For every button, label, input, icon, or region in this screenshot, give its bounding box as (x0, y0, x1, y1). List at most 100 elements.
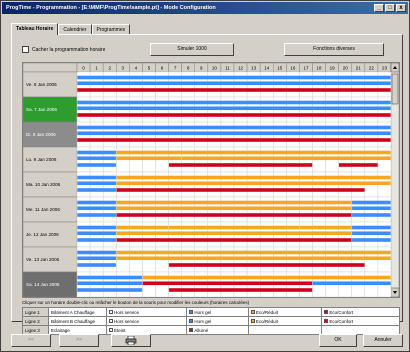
schedule-bar[interactable] (77, 225, 116, 230)
schedule-bar[interactable] (77, 106, 391, 111)
legend-row: Ligne 2 Bâtiment B Chauffage Hors service H… (22, 316, 400, 326)
schedule-bar[interactable] (299, 225, 352, 230)
schedule-bar[interactable] (116, 206, 352, 211)
schedule-bar[interactable] (77, 275, 143, 280)
day-label: Ve. 13 Jan 2006 (26, 257, 60, 262)
schedule-bar[interactable] (77, 256, 116, 261)
maximize-button[interactable]: □ (385, 4, 395, 12)
schedule-bar[interactable] (77, 131, 391, 136)
schedule-bar[interactable] (312, 281, 391, 286)
schedule-bar[interactable] (77, 213, 116, 217)
legend-state-label: Hors gel (194, 318, 212, 324)
schedule-bar[interactable] (116, 181, 391, 186)
schedule-bar[interactable] (116, 213, 352, 217)
close-button[interactable]: x (396, 4, 406, 12)
day-label: Je. 12 Jan 2006 (26, 232, 59, 237)
hide-schedule-option[interactable]: Cacher la programmation horaire (22, 46, 105, 53)
schedule-bar[interactable] (116, 256, 391, 261)
previous-button[interactable]: << (11, 334, 51, 347)
legend-state[interactable]: Hors service (105, 307, 188, 317)
legend-row-header: Ligne 2 (22, 316, 49, 326)
main-window: ProgTime - Programmation - [E:\MMF\ProgT… (0, 0, 410, 352)
schedule-bar[interactable] (338, 163, 378, 167)
print-button[interactable] (111, 334, 151, 347)
schedule-bar[interactable] (168, 288, 313, 292)
hour-label: 23 (382, 66, 388, 71)
schedule-bar[interactable] (77, 263, 116, 267)
color-swatch (250, 310, 255, 315)
scroll-thumb[interactable] (391, 73, 399, 105)
schedule-bar[interactable] (77, 163, 116, 167)
schedule-grid-svg[interactable]: 0 1 2 3 4 5 6 7 8 9 10 11 12 13 14 15 16 17 18 19 20 21 22 23Ve… (23, 63, 399, 297)
legend-state[interactable]: Hors gel (186, 316, 249, 326)
schedule-bar[interactable] (77, 188, 116, 192)
schedule-bar[interactable] (116, 238, 352, 242)
schedule-bar[interactable] (77, 125, 391, 130)
schedule-bar[interactable] (77, 150, 116, 155)
schedule-bar[interactable] (352, 225, 391, 230)
legend-state[interactable]: Eco/Réduit (247, 316, 323, 326)
schedule-bar[interactable] (181, 156, 391, 161)
legend-row-header: Ligne 1 (22, 307, 49, 317)
hour-label: 21 (356, 66, 362, 71)
hour-label: 16 (290, 66, 296, 71)
schedule-bar[interactable] (77, 200, 116, 205)
tab-tableau-horaire[interactable]: Tableau Horaire (11, 23, 59, 35)
schedule-bar[interactable] (77, 81, 391, 86)
legend-state[interactable]: Hors gel (186, 307, 249, 317)
simulate-button[interactable]: Simuler 1000 (150, 43, 234, 56)
schedule-bar[interactable] (77, 206, 116, 211)
schedule-bar[interactable] (116, 231, 352, 236)
schedule-bar[interactable] (77, 250, 116, 255)
hide-schedule-checkbox[interactable] (22, 46, 29, 53)
schedule-grid[interactable]: 0 1 2 3 4 5 6 7 8 9 10 11 12 13 14 15 16 17 18 19 20 21 22 23 Ve… (22, 62, 400, 298)
hour-label: 19 (330, 66, 336, 71)
schedule-bar[interactable] (352, 200, 391, 205)
schedule-bar[interactable] (116, 188, 365, 192)
schedule-bar[interactable] (77, 175, 116, 180)
legend-state[interactable]: Eco/Confort (321, 307, 400, 317)
schedule-bar[interactable] (142, 281, 313, 286)
schedule-bar[interactable] (116, 225, 169, 230)
schedule-bar[interactable] (116, 156, 182, 161)
window-title: ProgTime - Programmation - [E:\MMF\ProgT… (6, 5, 216, 11)
schedule-bar[interactable] (116, 150, 391, 155)
schedule-bar[interactable] (77, 113, 391, 117)
legend-state-label: Hors gel (194, 309, 212, 315)
legend-state[interactable]: Eco/Confort (321, 316, 400, 326)
color-swatch (324, 310, 329, 315)
schedule-bar[interactable] (352, 231, 391, 236)
schedule-bar[interactable] (168, 163, 313, 167)
cancel-button[interactable]: Annuler (363, 334, 403, 347)
legend-state[interactable]: Eco/Réduit (247, 307, 323, 317)
schedule-bar[interactable] (116, 250, 391, 255)
minimize-button[interactable]: _ (374, 4, 384, 12)
schedule-bar[interactable] (168, 263, 365, 267)
schedule-bar[interactable] (168, 225, 300, 230)
color-swatch (250, 319, 255, 324)
schedule-bar[interactable] (352, 206, 391, 211)
schedule-bar[interactable] (77, 156, 116, 161)
schedule-bar[interactable] (77, 88, 391, 92)
legend-state-label: Eco/Confort (329, 309, 354, 315)
schedule-bar[interactable] (77, 138, 391, 142)
schedule-bar[interactable] (77, 231, 116, 236)
schedule-bar[interactable] (116, 200, 352, 205)
ok-button[interactable]: OK (319, 334, 357, 347)
day-label: Sa. 14 Jan 2006 (26, 282, 60, 287)
schedule-bar[interactable] (77, 75, 391, 80)
legend-state[interactable]: Hors service (105, 316, 188, 326)
schedule-bar[interactable] (77, 181, 116, 186)
special-functions-button[interactable]: Fonctions diverses (284, 43, 384, 56)
schedule-bar[interactable] (352, 213, 391, 217)
legend-row: Ligne 1 Bâtiment A Chauffage Hors service H… (22, 307, 400, 317)
hour-label: 22 (369, 66, 375, 71)
next-button[interactable]: >> (59, 334, 99, 347)
schedule-bar[interactable] (142, 275, 391, 280)
schedule-bar[interactable] (77, 238, 116, 242)
schedule-bar[interactable] (352, 238, 391, 242)
schedule-bar[interactable] (77, 281, 143, 286)
schedule-bar[interactable] (116, 175, 391, 180)
schedule-bar[interactable] (77, 100, 391, 105)
schedule-bar[interactable] (77, 288, 143, 292)
